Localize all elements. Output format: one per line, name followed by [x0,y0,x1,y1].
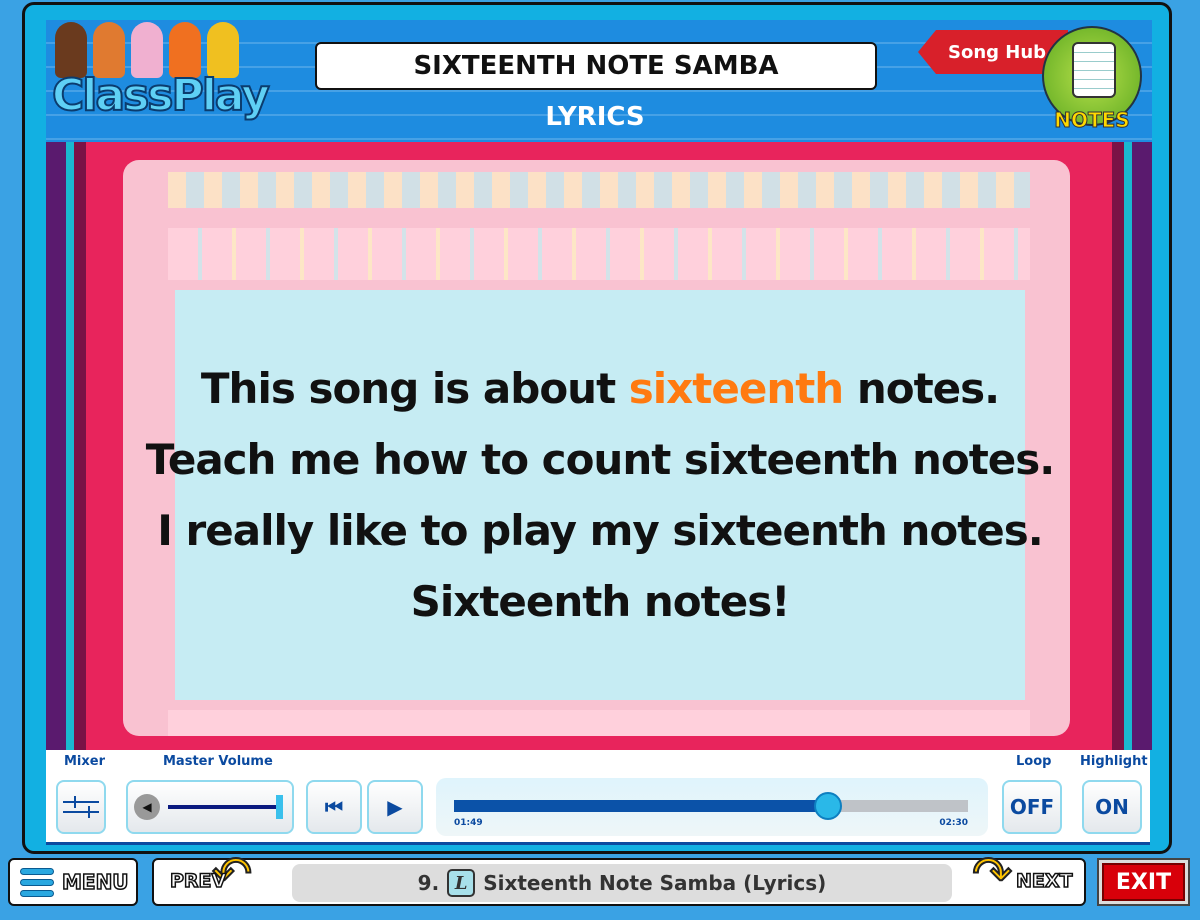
next-button[interactable]: NEXT [1015,869,1073,893]
seek-handle[interactable] [813,792,842,820]
lyrics-panel: This song is about sixteenth notes. Teac… [123,160,1070,736]
triangle-band [168,710,1030,736]
lyrics-icon: L [447,869,476,897]
current-track: 9. L Sixteenth Note Samba (Lyrics) [292,864,952,902]
loop-toggle[interactable]: OFF [1002,780,1062,834]
speaker-icon: ◀ [134,794,160,820]
seek-track[interactable] [454,792,968,820]
notepad-icon [1072,42,1116,98]
seek-bar[interactable]: 01:49 02:30 [436,778,988,836]
player-controls: Mixer Master Volume Loop Highlight ◀ ⏮ ▶… [46,750,1150,845]
play-icon: ▶ [387,795,403,819]
notes-label[interactable]: NOTES [1052,108,1132,133]
lyrics-text: This song is about sixteenth notes. Teac… [146,290,1055,700]
lyric-text: notes. [843,364,1000,413]
track-number: 9. [417,871,440,895]
highlight-label: Highlight [1080,754,1148,769]
hamburger-icon [20,867,54,897]
next-arrow-icon[interactable]: ↷ [971,845,1013,903]
highlight-toggle[interactable]: ON [1082,780,1142,834]
elapsed-time: 01:49 [454,818,483,828]
exit-label: EXIT [1102,863,1185,901]
skip-back-icon: ⏮ [325,795,343,819]
menu-button[interactable]: MENU [8,858,138,906]
loop-label: Loop [1016,754,1052,769]
menu-label: MENU [61,869,129,895]
lyric-line: I really like to play my sixteenth notes… [157,506,1043,555]
play-button[interactable]: ▶ [367,780,423,834]
prev-button[interactable]: PREV [169,869,227,893]
mixer-label: Mixer [64,754,106,769]
triangle-band [168,228,1030,280]
lyric-text: This song is about [200,364,629,413]
lyric-line: This song is about sixteenth notes. [200,364,1000,413]
lyric-line: Teach me how to count sixteenth notes. [145,435,1055,484]
page-subtitle: LYRICS [545,102,645,132]
restart-button[interactable]: ⏮ [306,780,362,834]
song-title: SIXTEENTH NOTE SAMBA [315,42,877,90]
mixer-button[interactable] [56,780,106,834]
volume-label: Master Volume [163,754,273,769]
sliders-icon [63,796,99,818]
triangle-band [168,172,1030,208]
total-time: 02:30 [939,818,968,828]
track-title: Sixteenth Note Samba (Lyrics) [483,871,827,895]
exit-button[interactable]: EXIT [1097,858,1190,906]
lyric-line: Sixteenth notes! [410,577,791,626]
track-nav-bar: ↶ PREV 9. L Sixteenth Note Samba (Lyrics… [152,845,1086,906]
highlighted-word: sixteenth [628,364,844,413]
seek-progress [454,800,828,812]
volume-slider[interactable] [168,795,283,819]
master-volume[interactable]: ◀ [126,780,294,834]
